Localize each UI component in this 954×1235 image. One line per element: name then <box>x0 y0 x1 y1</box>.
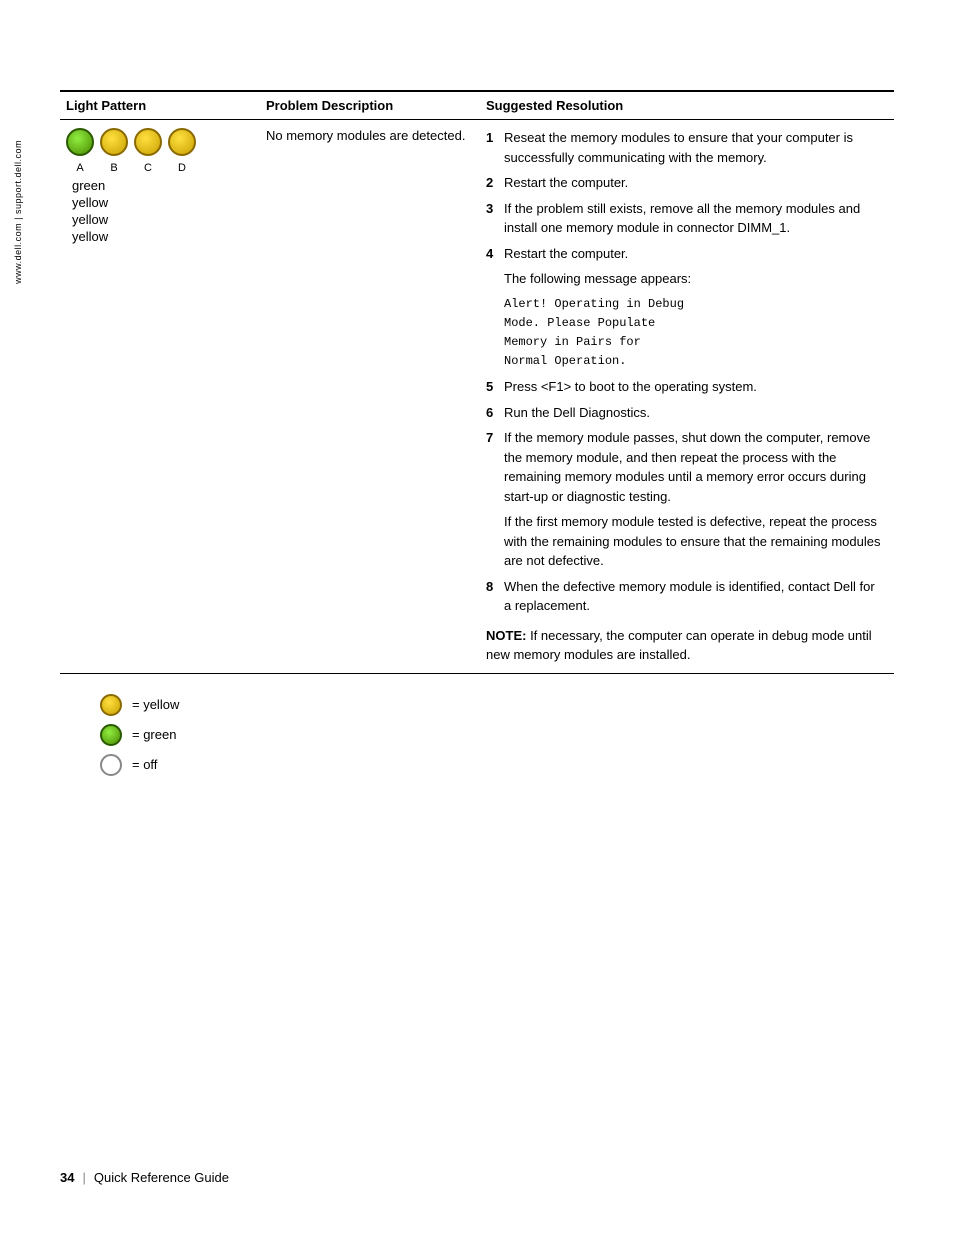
resolution-step-2: 2 Restart the computer. <box>486 173 884 193</box>
resolution-step-7: 7 If the memory module passes, shut down… <box>486 428 884 506</box>
page-number: 34 <box>60 1170 74 1185</box>
page-wrapper: www.dell.com | support.dell.com Light Pa… <box>0 0 954 1235</box>
step-text-7: If the memory module passes, shut down t… <box>504 428 884 506</box>
step-num-6: 6 <box>486 403 500 423</box>
light-A <box>66 128 94 156</box>
legend-item-yellow: = yellow <box>100 694 894 716</box>
color-labels: green yellow yellow yellow <box>72 178 108 244</box>
color-label-3: yellow <box>72 212 108 227</box>
step-text-3: If the problem still exists, remove all … <box>504 199 884 238</box>
lights-labels: A B C D <box>66 162 196 174</box>
legend-circle-green <box>100 724 122 746</box>
color-label-4: yellow <box>72 229 108 244</box>
footer-divider: | <box>82 1170 85 1185</box>
step-num-1: 1 <box>486 128 500 167</box>
label-A: A <box>66 162 94 174</box>
step-text-8: When the defective memory module is iden… <box>504 577 884 616</box>
label-C: C <box>134 162 162 174</box>
footer: 34 | Quick Reference Guide <box>60 1170 229 1185</box>
resolution-step-5: 5 Press <F1> to boot to the operating sy… <box>486 377 884 397</box>
legend-label-yellow: = yellow <box>132 697 179 712</box>
resolution-content: 1 Reseat the memory modules to ensure th… <box>486 128 884 665</box>
step-text-6: Run the Dell Diagnostics. <box>504 403 650 423</box>
light-D <box>168 128 196 156</box>
step-num-2: 2 <box>486 173 500 193</box>
color-label-2: yellow <box>72 195 108 210</box>
step-num-3: 3 <box>486 199 500 238</box>
step-text-5: Press <F1> to boot to the operating syst… <box>504 377 757 397</box>
step-num-4: 4 <box>486 244 500 264</box>
light-pattern-container: A B C D green yellow yellow yellow <box>66 128 250 244</box>
resolution-sub-7: If the first memory module tested is def… <box>504 512 884 571</box>
header-problem-description: Problem Description <box>260 91 480 120</box>
color-label-1: green <box>72 178 108 193</box>
step-num-7: 7 <box>486 428 500 506</box>
step-num-5: 5 <box>486 377 500 397</box>
legend-label-off: = off <box>132 757 157 772</box>
footer-title: Quick Reference Guide <box>94 1170 229 1185</box>
legend-label-green: = green <box>132 727 176 742</box>
note-label: NOTE: <box>486 628 526 643</box>
main-table: Light Pattern Problem Description Sugges… <box>60 90 894 674</box>
lights-row <box>66 128 196 156</box>
problem-description-cell: No memory modules are detected. <box>260 120 480 674</box>
light-B <box>100 128 128 156</box>
step-num-8: 8 <box>486 577 500 616</box>
problem-text: No memory modules are detected. <box>266 128 465 143</box>
legend-circle-yellow <box>100 694 122 716</box>
table-row: A B C D green yellow yellow yellow <box>60 120 894 674</box>
note-text: If necessary, the computer can operate i… <box>486 628 872 663</box>
resolution-step-3: 3 If the problem still exists, remove al… <box>486 199 884 238</box>
legend: = yellow = green = off <box>60 694 894 776</box>
resolution-step-6: 6 Run the Dell Diagnostics. <box>486 403 884 423</box>
legend-circle-off <box>100 754 122 776</box>
resolution-cell: 1 Reseat the memory modules to ensure th… <box>480 120 894 674</box>
code-block: Alert! Operating in Debug Mode. Please P… <box>504 295 884 372</box>
resolution-sub-4: The following message appears: <box>504 269 884 289</box>
resolution-step-8: 8 When the defective memory module is id… <box>486 577 884 616</box>
legend-item-off: = off <box>100 754 894 776</box>
label-D: D <box>168 162 196 174</box>
step-text-2: Restart the computer. <box>504 173 628 193</box>
step-text-1: Reseat the memory modules to ensure that… <box>504 128 884 167</box>
resolution-step-1: 1 Reseat the memory modules to ensure th… <box>486 128 884 167</box>
light-pattern-cell: A B C D green yellow yellow yellow <box>60 120 260 674</box>
side-text: www.dell.com | support.dell.com <box>12 140 25 284</box>
legend-item-green: = green <box>100 724 894 746</box>
header-suggested-resolution: Suggested Resolution <box>480 91 894 120</box>
light-C <box>134 128 162 156</box>
label-B: B <box>100 162 128 174</box>
note-block: NOTE: If necessary, the computer can ope… <box>486 626 884 665</box>
step-text-4: Restart the computer. <box>504 244 628 264</box>
header-light-pattern: Light Pattern <box>60 91 260 120</box>
resolution-step-4: 4 Restart the computer. <box>486 244 884 264</box>
